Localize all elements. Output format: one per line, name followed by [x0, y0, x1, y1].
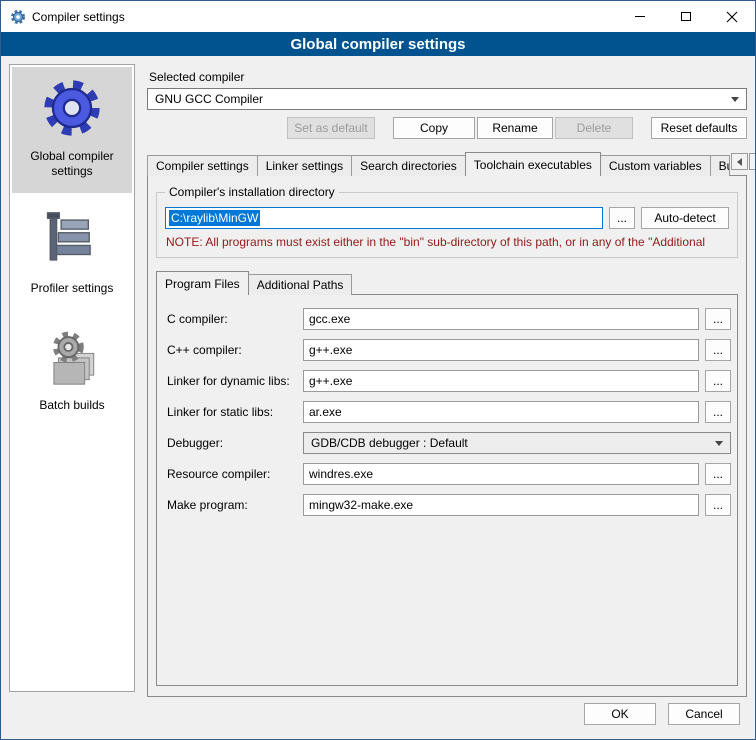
tab-toolchain-executables[interactable]: Toolchain executables — [465, 152, 601, 176]
program-files-panel: C compiler: ... C++ compiler: ... Linker… — [156, 294, 738, 686]
linker-dynamic-input[interactable] — [303, 370, 699, 392]
installation-directory-title: Compiler's installation directory — [165, 185, 339, 199]
make-program-label: Make program: — [167, 498, 303, 512]
settings-tabstrip: Compiler settings Linker settings Search… — [147, 152, 747, 176]
debugger-value: GDB/CDB debugger : Default — [311, 436, 709, 450]
reset-defaults-button[interactable]: Reset defaults — [651, 117, 747, 139]
page-title: Global compiler settings — [1, 32, 755, 56]
c-compiler-input[interactable] — [303, 308, 699, 330]
sidebar-item-batch-builds[interactable]: Batch builds — [12, 316, 132, 427]
debugger-dropdown[interactable]: GDB/CDB debugger : Default — [303, 432, 731, 454]
sidebar-item-label: Batch builds — [39, 398, 104, 413]
linker-dynamic-label: Linker for dynamic libs: — [167, 374, 303, 388]
gray-gear-stack-icon — [43, 328, 101, 386]
titlebar: Compiler settings — [1, 1, 755, 32]
bin-subdirectory-note: NOTE: All programs must exist either in … — [166, 235, 729, 249]
selected-compiler-dropdown[interactable]: GNU GCC Compiler — [147, 88, 747, 110]
tab-build-options-truncated[interactable]: Buil — [710, 155, 730, 176]
make-program-input[interactable] — [303, 494, 699, 516]
compiler-actions: Set as default Copy Rename Delete Reset … — [147, 117, 747, 139]
chevron-down-icon — [715, 441, 723, 446]
cancel-button[interactable]: Cancel — [668, 703, 740, 725]
make-program-browse-button[interactable]: ... — [705, 494, 731, 516]
subtab-additional-paths[interactable]: Additional Paths — [248, 274, 353, 295]
tab-scroll-left-button[interactable] — [731, 153, 748, 170]
sidebar-item-label: Global compiler settings — [16, 149, 128, 179]
sidebar-item-global-compiler-settings[interactable]: Global compiler settings — [12, 67, 132, 193]
cpp-compiler-browse-button[interactable]: ... — [705, 339, 731, 361]
linker-dynamic-browse-button[interactable]: ... — [705, 370, 731, 392]
tab-search-directories[interactable]: Search directories — [351, 155, 466, 176]
toolchain-executables-panel: Compiler's installation directory C:\ray… — [147, 175, 747, 697]
maximize-icon — [681, 12, 691, 21]
ok-button[interactable]: OK — [584, 703, 656, 725]
blue-gear-icon — [43, 79, 101, 137]
linker-static-input[interactable] — [303, 401, 699, 423]
compiler-settings-window: Compiler settings Global compiler settin… — [0, 0, 756, 740]
cpp-compiler-input[interactable] — [303, 339, 699, 361]
form-row: Linker for static libs: ... — [167, 401, 731, 423]
form-row: C compiler: ... — [167, 308, 731, 330]
installation-directory-browse-button[interactable]: ... — [609, 207, 635, 229]
selected-compiler-value: GNU GCC Compiler — [155, 92, 725, 106]
installation-directory-input[interactable]: C:\raylib\MinGW — [165, 207, 603, 229]
cpp-compiler-label: C++ compiler: — [167, 343, 303, 357]
resource-compiler-browse-button[interactable]: ... — [705, 463, 731, 485]
linker-static-label: Linker for static libs: — [167, 405, 303, 419]
installation-directory-value: C:\raylib\MinGW — [169, 210, 260, 226]
copy-button[interactable]: Copy — [393, 117, 475, 139]
close-button[interactable] — [709, 1, 755, 32]
program-files-tabstrip: Program Files Additional Paths — [156, 271, 738, 295]
app-icon — [10, 9, 26, 25]
main-panel: Selected compiler GNU GCC Compiler Set a… — [147, 64, 747, 697]
installation-directory-groupbox: Compiler's installation directory C:\ray… — [156, 192, 738, 258]
tab-linker-settings[interactable]: Linker settings — [257, 155, 352, 176]
auto-detect-button[interactable]: Auto-detect — [641, 207, 729, 229]
close-icon — [726, 11, 738, 23]
form-row: Debugger: GDB/CDB debugger : Default — [167, 432, 731, 454]
maximize-button[interactable] — [663, 1, 709, 32]
c-compiler-browse-button[interactable]: ... — [705, 308, 731, 330]
minimize-icon — [635, 16, 645, 17]
tab-compiler-settings[interactable]: Compiler settings — [147, 155, 258, 176]
minimize-button[interactable] — [617, 1, 663, 32]
profiler-tool-icon — [43, 211, 101, 269]
form-row: C++ compiler: ... — [167, 339, 731, 361]
resource-compiler-label: Resource compiler: — [167, 467, 303, 481]
window-title: Compiler settings — [32, 10, 125, 24]
dialog-footer: OK Cancel — [1, 697, 755, 739]
form-row: Make program: ... — [167, 494, 731, 516]
chevron-down-icon — [731, 97, 739, 102]
linker-static-browse-button[interactable]: ... — [705, 401, 731, 423]
rename-button[interactable]: Rename — [477, 117, 553, 139]
c-compiler-label: C compiler: — [167, 312, 303, 326]
subtab-program-files[interactable]: Program Files — [156, 271, 249, 295]
debugger-label: Debugger: — [167, 436, 303, 450]
set-as-default-button[interactable]: Set as default — [287, 117, 375, 139]
resource-compiler-input[interactable] — [303, 463, 699, 485]
delete-button[interactable]: Delete — [555, 117, 633, 139]
form-row: Linker for dynamic libs: ... — [167, 370, 731, 392]
tab-scroll-right-button[interactable] — [749, 153, 756, 170]
sidebar-item-label: Profiler settings — [31, 281, 114, 296]
form-row: Resource compiler: ... — [167, 463, 731, 485]
tab-custom-variables[interactable]: Custom variables — [600, 155, 711, 176]
sidebar-item-profiler-settings[interactable]: Profiler settings — [12, 199, 132, 310]
selected-compiler-label: Selected compiler — [149, 70, 747, 84]
settings-sidebar: Global compiler settings Profiler settin… — [9, 64, 135, 692]
arrow-left-icon — [737, 158, 742, 166]
